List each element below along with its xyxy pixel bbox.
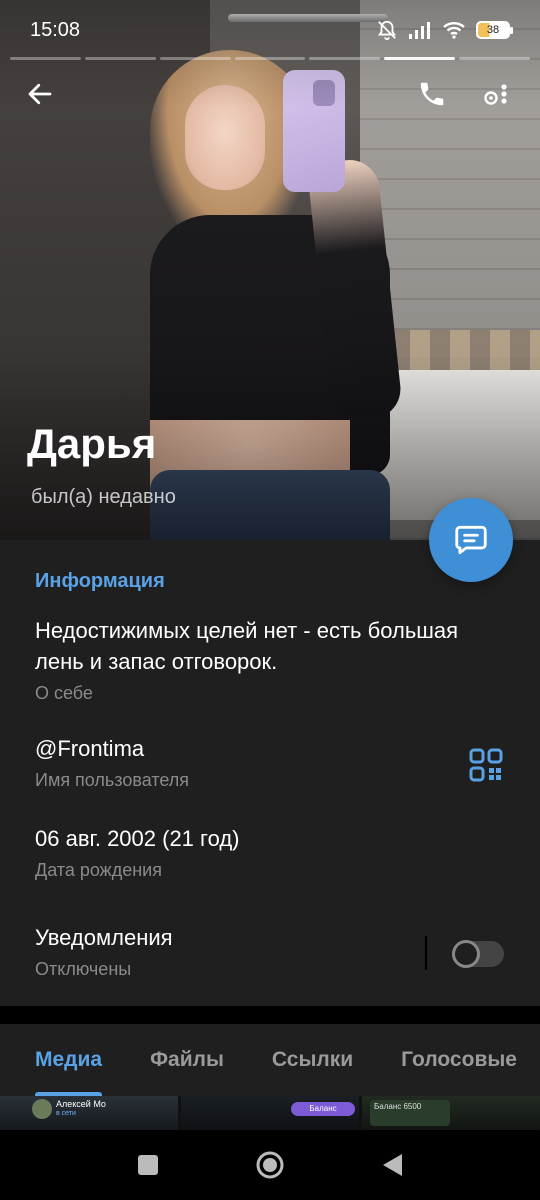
square-icon	[138, 1155, 158, 1175]
message-icon	[455, 525, 487, 555]
username-row[interactable]: @Frontima Имя пользователя	[35, 733, 505, 791]
qr-code-button[interactable]	[468, 747, 504, 783]
media-grid: Алексей Мо в сети Баланс Баланс 6500	[0, 1096, 540, 1130]
thumbnail-status: в сети	[56, 1110, 76, 1117]
circle-icon	[256, 1151, 284, 1179]
progress-segment	[309, 57, 381, 60]
progress-segment-active	[384, 57, 456, 60]
notifications-row[interactable]: Уведомления Отключены	[35, 922, 505, 980]
media-thumbnail[interactable]: Баланс	[181, 1096, 359, 1130]
username-value: @Frontima	[35, 736, 145, 761]
bio-label: О себе	[35, 683, 93, 703]
progress-segment	[84, 57, 156, 60]
status-time: 15:08	[30, 18, 81, 41]
tab-links[interactable]: Ссылки	[272, 1024, 353, 1096]
media-tabs: Медиа Файлы Ссылки Голосовые	[0, 1024, 540, 1096]
triangle-back-icon	[383, 1154, 402, 1176]
arrow-left-icon	[28, 83, 52, 105]
birthday-label: Дата рождения	[35, 860, 162, 880]
birthday-value: 06 авг. 2002 (21 год)	[35, 826, 240, 851]
profile-status: был(а) недавно	[31, 486, 176, 508]
divider	[425, 936, 427, 970]
info-panel: Информация Недостижимых целей нет - есть…	[0, 540, 540, 1006]
message-button[interactable]	[429, 498, 513, 582]
recent-apps-button[interactable]	[130, 1147, 166, 1183]
notifications-toggle[interactable]	[452, 940, 504, 968]
more-button[interactable]	[472, 70, 520, 118]
signal-icon	[409, 22, 430, 39]
tab-media[interactable]: Медиа	[35, 1024, 103, 1096]
notifications-label: Отключены	[35, 959, 132, 979]
back-button[interactable]	[16, 70, 64, 118]
mute-bell-icon	[377, 20, 397, 41]
qr-code-icon	[469, 748, 503, 782]
thumbnail-balance: Баланс 6500	[370, 1100, 450, 1126]
photo-progress	[10, 57, 531, 61]
progress-segment	[234, 57, 306, 60]
notifications-value: Уведомления	[35, 925, 173, 950]
top-toolbar	[0, 70, 540, 120]
wifi-icon	[443, 22, 465, 39]
navigation-bar	[0, 1130, 540, 1200]
tab-voice[interactable]: Голосовые	[401, 1024, 517, 1096]
system-back-button[interactable]	[374, 1147, 410, 1183]
tab-files[interactable]: Файлы	[150, 1024, 224, 1096]
media-thumbnail[interactable]: Баланс 6500	[362, 1096, 540, 1130]
status-bar: 15:08 38	[0, 0, 540, 60]
media-thumbnail[interactable]: Алексей Мо в сети	[0, 1096, 178, 1130]
avatar	[32, 1099, 52, 1119]
home-button[interactable]	[252, 1147, 288, 1183]
phone-icon	[420, 82, 444, 106]
more-vertical-icon	[484, 84, 507, 105]
progress-segment	[159, 57, 231, 60]
bio-value: Недостижимых целей нет - есть большая ле…	[35, 618, 459, 674]
profile-name: Дарья	[27, 420, 157, 467]
thumbnail-name: Алексей Мо	[56, 1099, 106, 1109]
bio-row[interactable]: Недостижимых целей нет - есть большая ле…	[35, 615, 505, 704]
progress-segment	[459, 57, 531, 60]
thumbnail-chip: Баланс	[291, 1102, 355, 1116]
birthday-row[interactable]: 06 авг. 2002 (21 год) Дата рождения	[35, 823, 505, 881]
battery-indicator: 38	[476, 21, 513, 39]
progress-segment	[10, 57, 81, 60]
status-icons: 38	[376, 19, 513, 41]
call-button[interactable]	[408, 70, 456, 118]
username-label: Имя пользователя	[35, 770, 190, 790]
section-title: Информация	[35, 570, 165, 592]
